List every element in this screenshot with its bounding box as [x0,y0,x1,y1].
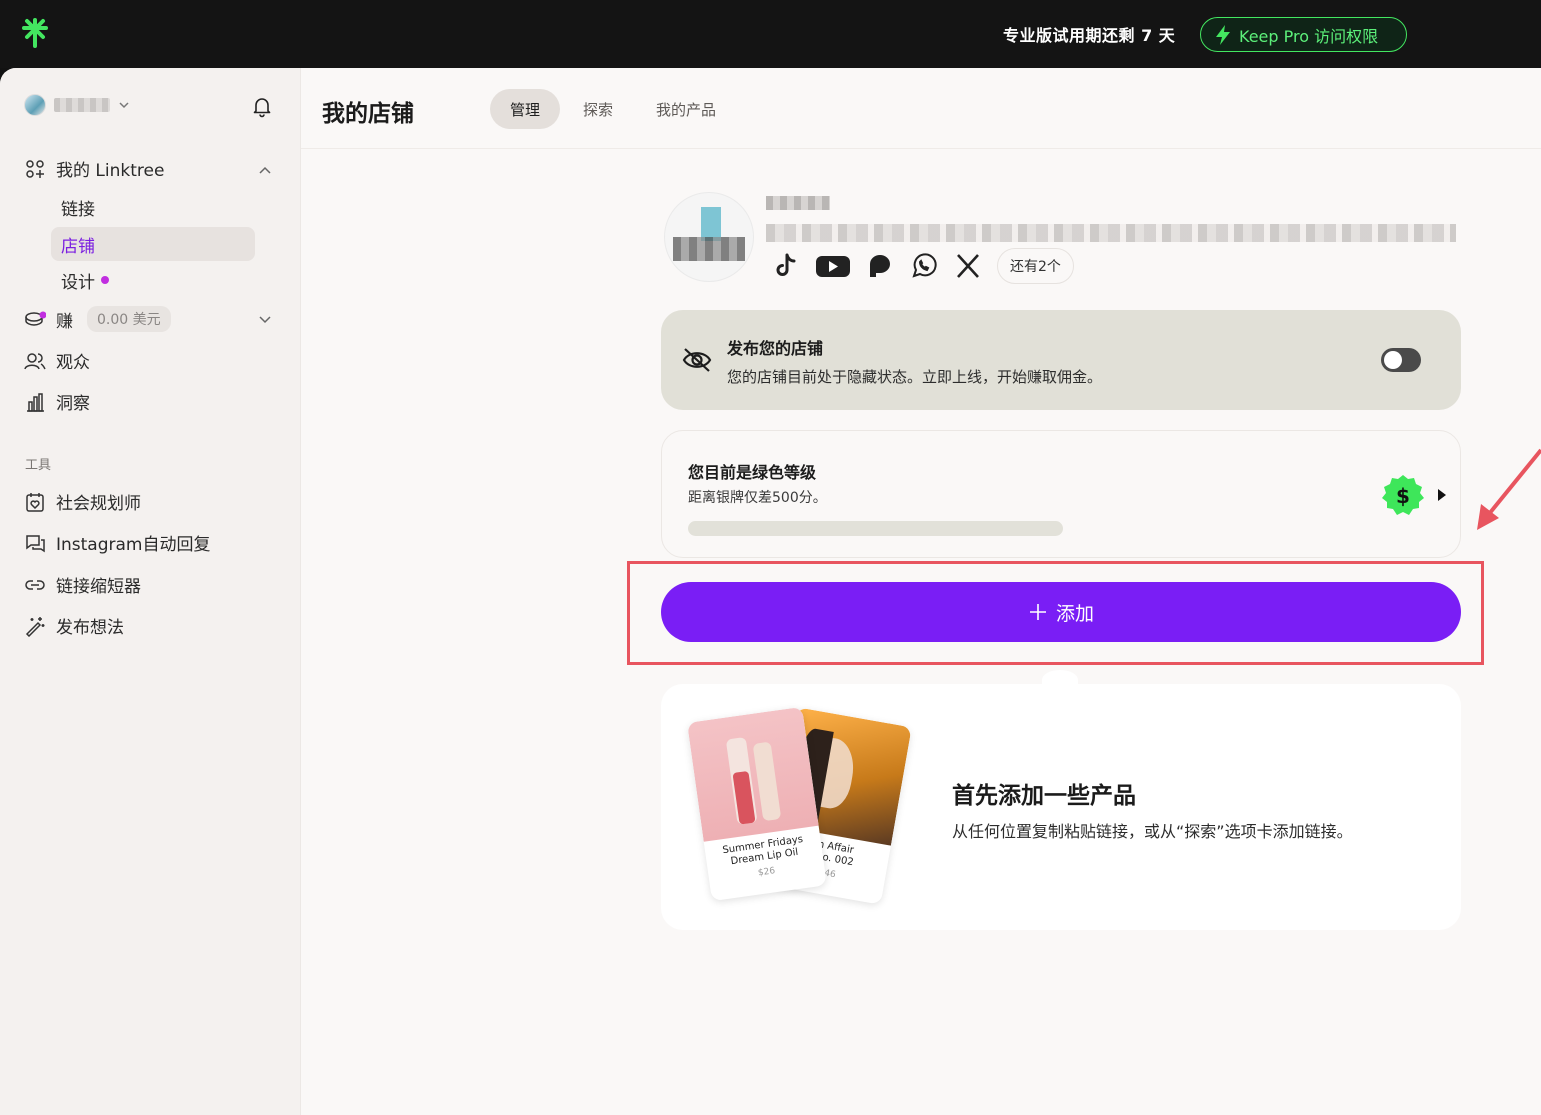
linktree-asterisk-icon[interactable] [22,18,48,48]
annotation-highlight-box [627,561,1484,665]
chevron-down-icon[interactable] [257,312,273,328]
publish-shop-card: 发布您的店铺 您的店铺目前处于隐藏状态。立即上线，开始赚取佣金。 [661,310,1461,410]
app-panel: 我的 Linktree 链接 店铺 设计 赚 0.00 美元 观众 洞察 工具 … [0,68,1541,1115]
top-bar: 专业版试用期还剩 7 天 Keep Pro 访问权限 [0,0,1541,68]
chevron-up-icon[interactable] [257,162,273,178]
page-title: 我的店铺 [322,101,414,127]
level-title: 您目前是绿色等级 [688,463,817,482]
nav-label: 赚 [56,311,73,332]
header-divider [301,148,1541,149]
nav-label: 洞察 [56,394,90,414]
youtube-icon[interactable] [815,251,851,281]
chevron-down-icon [119,102,129,109]
dollar-badge-icon: $ [1382,475,1424,515]
link-icon [25,579,45,590]
level-subtitle: 距离银牌仅差500分。 [688,490,827,506]
keep-pro-label: Keep Pro 访问权限 [1239,26,1379,46]
keep-pro-button[interactable]: Keep Pro 访问权限 [1200,17,1407,52]
svg-text:$: $ [1396,484,1410,508]
tab-label: 我的产品 [656,100,717,119]
bar-chart-icon [27,392,44,412]
nav-social-planner[interactable]: 社会规划师 [24,489,141,514]
eye-off-icon [682,348,712,372]
earnings-badge: 0.00 美元 [87,306,171,332]
grid-icon [26,159,44,178]
trial-remaining-text: 专业版试用期还剩 7 天 [1003,26,1176,45]
toggle-knob [1384,351,1402,369]
product-preview-card: Summer Fridays Dream Lip Oil $26 [687,706,827,902]
nav-post-ideas[interactable]: 发布想法 [24,613,124,638]
tab-explore[interactable]: 探索 [563,89,633,129]
tab-manage[interactable]: 管理 [490,89,561,129]
level-card[interactable]: 您目前是绿色等级 距离银牌仅差500分。 $ [661,430,1461,558]
more-socials-button[interactable]: 还有2个 [997,248,1074,284]
nav-label: Instagram自动回复 [56,535,211,555]
nav-insights[interactable]: 洞察 [24,389,90,414]
nav-label: 发布想法 [56,618,124,638]
patreon-icon[interactable] [865,251,895,281]
sidebar-item-label: 链接 [61,199,95,220]
nav-my-linktree[interactable]: 我的 Linktree [24,156,164,181]
calendar-heart-icon [26,492,44,512]
nav-label: 社会规划师 [56,494,141,514]
publish-title: 发布您的店铺 [727,339,824,358]
level-progress-bar [688,521,1063,536]
tab-my-products[interactable]: 我的产品 [636,89,736,129]
publish-toggle[interactable] [1381,348,1421,372]
x-icon[interactable] [953,251,983,281]
sidebar-item-label: 店铺 [61,236,95,257]
notification-dot [101,276,109,284]
product-image [687,706,819,842]
social-icons-row: 还有2个 [771,248,1074,284]
account-switcher[interactable] [24,94,130,116]
publish-subtitle: 您的店铺目前处于隐藏状态。立即上线，开始赚取佣金。 [727,368,1103,386]
profile-avatar[interactable] [664,192,754,282]
sidebar-item-links[interactable]: 链接 [51,190,255,224]
whatsapp-icon[interactable] [909,251,939,281]
tiktok-icon[interactable] [771,251,801,281]
empty-state-subtitle: 从任何位置复制粘贴链接，或从“探索”选项卡添加链接。 [952,822,1353,841]
people-icon [24,352,46,369]
avatar [24,94,46,116]
chat-icon [26,534,45,552]
main-content: 我的店铺 管理 探索 我的产品 还有2个 发布您的店铺 您的店铺目前处于隐藏状态… [301,68,1541,1115]
account-name-redacted [54,98,110,112]
tab-label: 探索 [583,100,614,119]
empty-state-title: 首先添加一些产品 [952,783,1136,809]
nav-instagram-autoreply[interactable]: Instagram自动回复 [24,530,211,555]
caret-right-icon[interactable] [1436,487,1448,503]
lightning-icon [1216,24,1230,45]
avatar-image-part [673,237,745,261]
empty-state-card: wn Affair o No. 002 $46 Summer Fridays Dre… [661,684,1461,930]
magic-wand-icon [25,616,45,637]
bell-icon[interactable] [250,94,274,118]
sidebar-item-design[interactable]: 设计 [51,263,255,297]
nav-link-shortener[interactable]: 链接缩短器 [24,572,141,597]
nav-earn[interactable]: 赚 0.00 美元 [24,306,171,332]
nav-label: 观众 [56,353,90,373]
tools-section-label: 工具 [25,458,52,473]
nav-label: 链接缩短器 [56,577,141,597]
coins-icon [25,311,46,326]
nav-label: 我的 Linktree [56,161,165,181]
nav-audience[interactable]: 观众 [24,348,90,373]
sidebar-item-label: 设计 [61,272,95,293]
sidebar: 我的 Linktree 链接 店铺 设计 赚 0.00 美元 观众 洞察 工具 … [0,68,301,1115]
sidebar-item-shop[interactable]: 店铺 [51,227,255,261]
annotation-arrow-icon [1477,448,1541,530]
profile-name-redacted [766,196,830,210]
tab-label: 管理 [510,100,541,119]
profile-bio-redacted [766,224,1456,242]
avatar-image-part [701,207,721,241]
